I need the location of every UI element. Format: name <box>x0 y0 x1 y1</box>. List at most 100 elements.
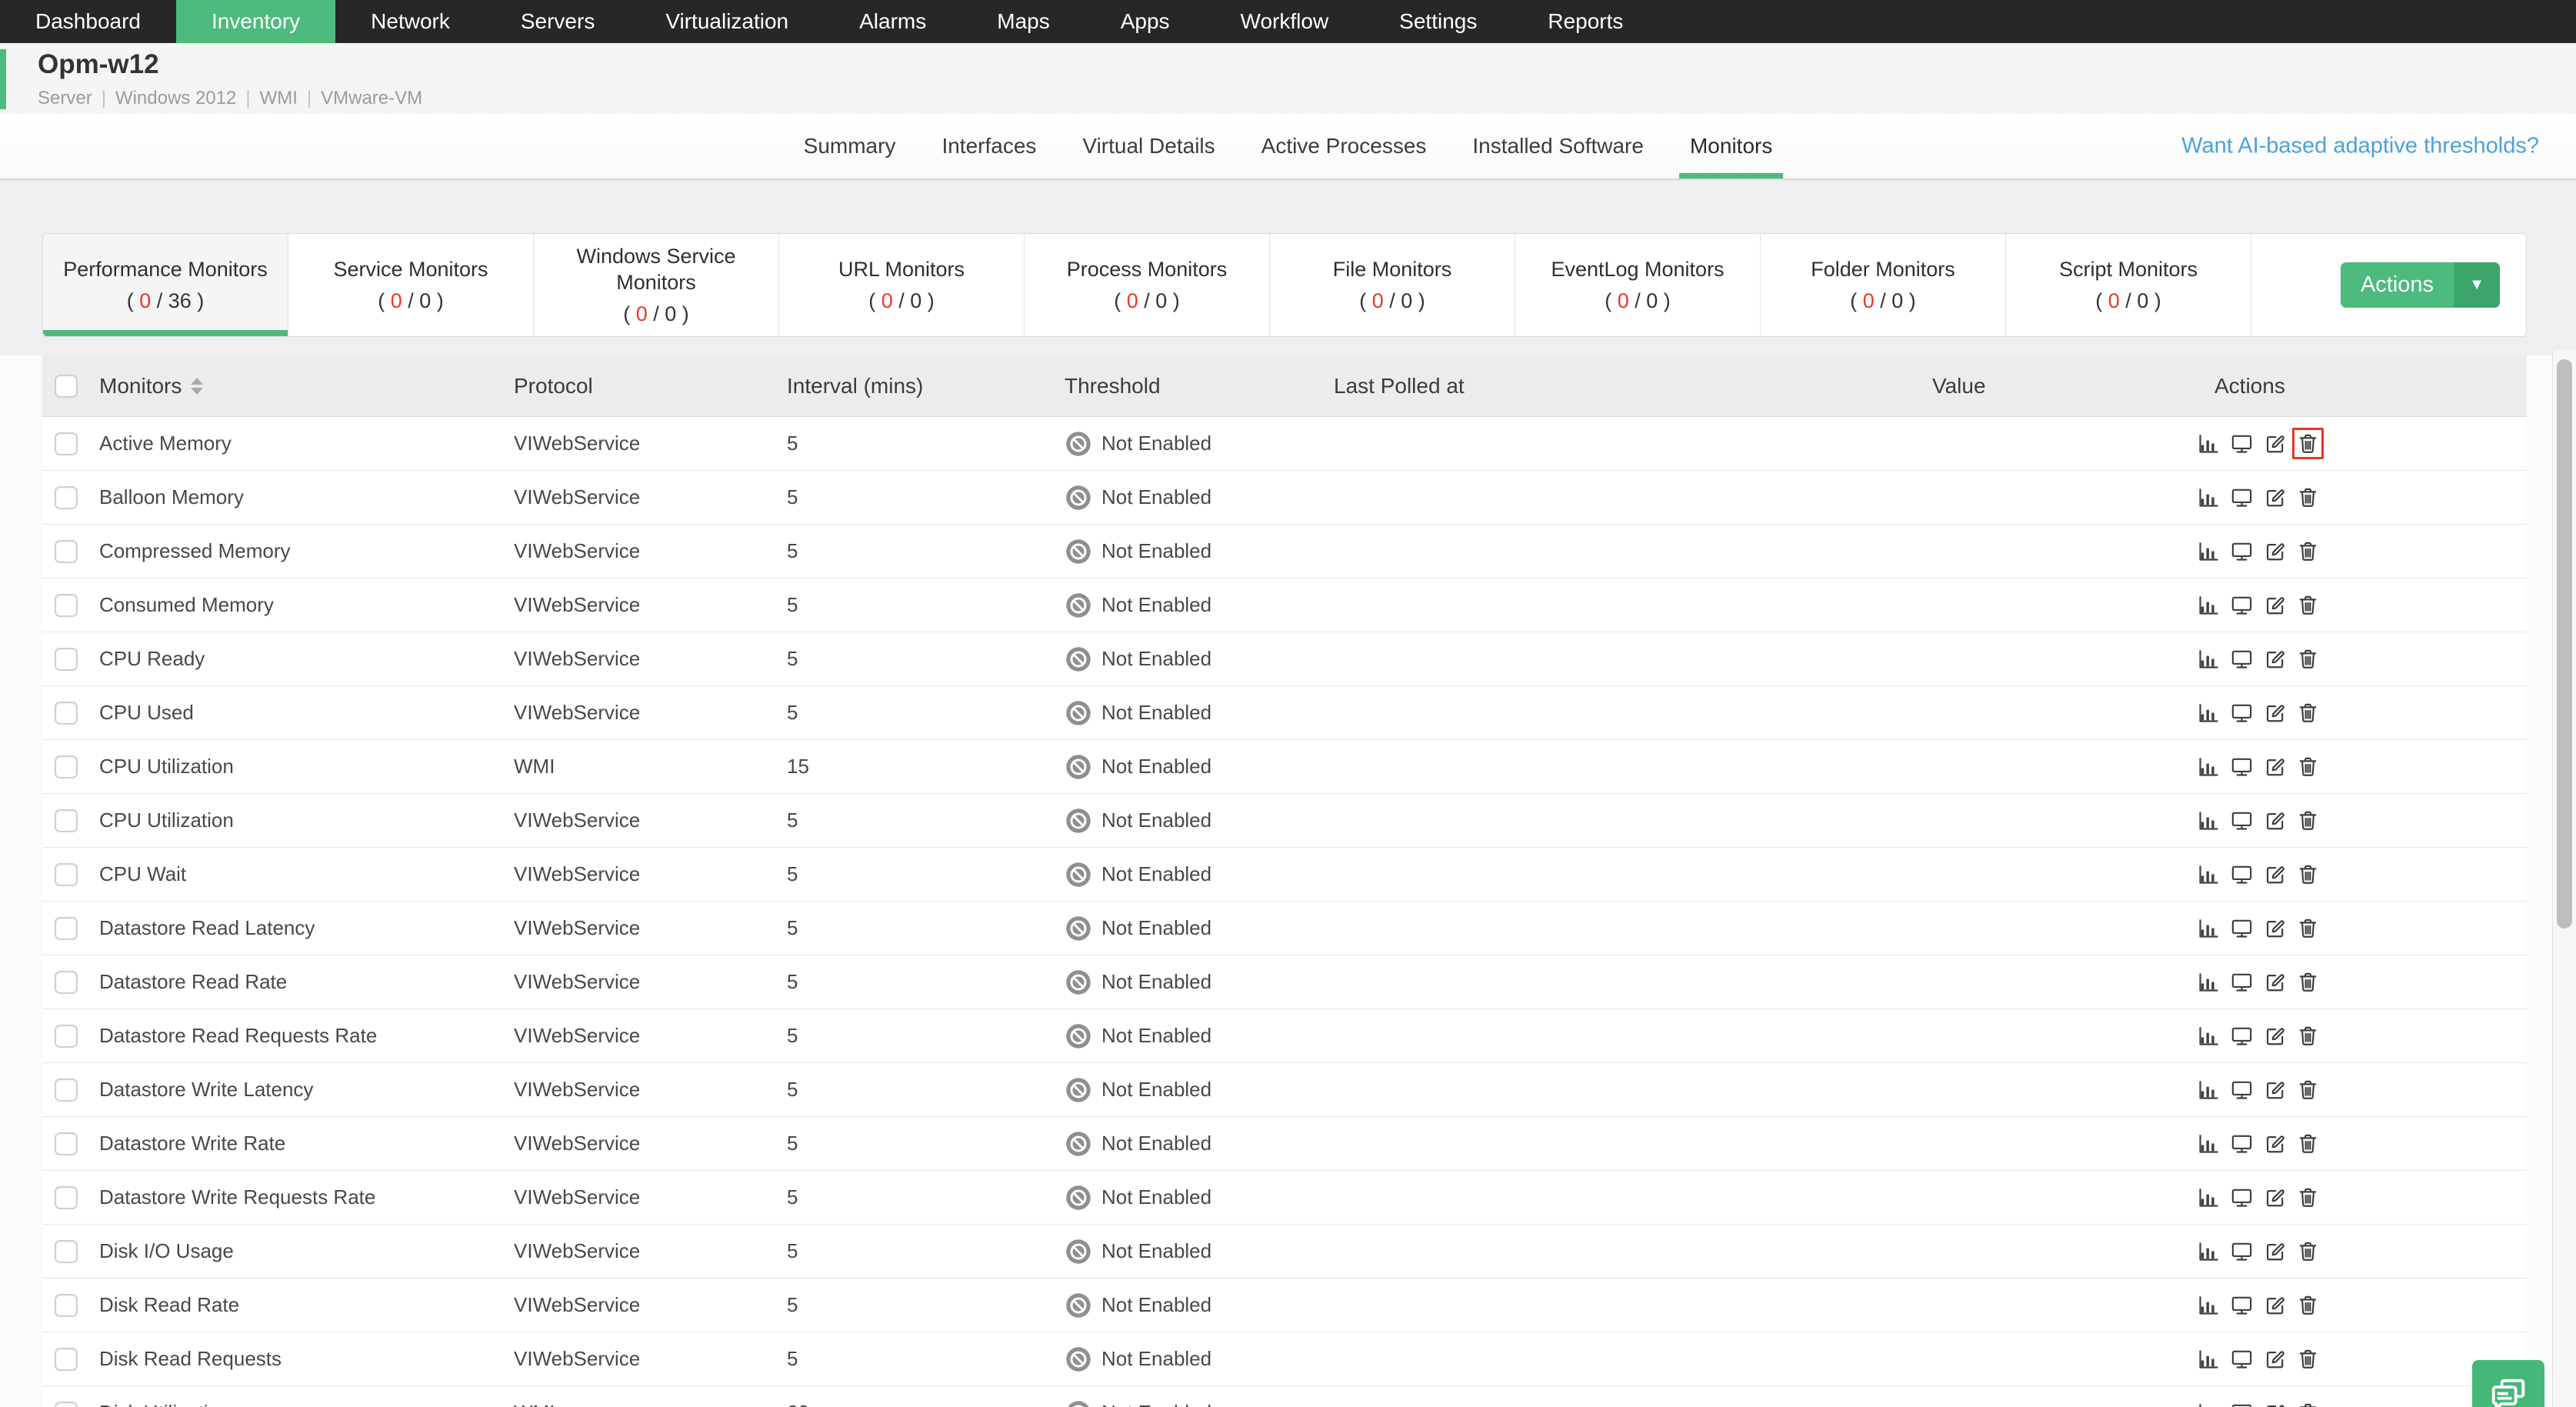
row-checkbox[interactable] <box>55 486 78 509</box>
row-checkbox[interactable] <box>55 971 78 994</box>
delete-action-button[interactable] <box>2292 1289 2324 1321</box>
nav-item[interactable]: Alarms <box>824 0 961 43</box>
monitor-view-action-button[interactable] <box>2226 482 2258 513</box>
nav-item[interactable]: Maps <box>961 0 1085 43</box>
monitor-view-action-button[interactable] <box>2226 912 2258 944</box>
edit-action-button[interactable] <box>2259 859 2291 890</box>
chart-action-button[interactable] <box>2193 1182 2224 1213</box>
monitor-view-action-button[interactable] <box>2226 1020 2258 1052</box>
monitor-view-action-button[interactable] <box>2226 1397 2258 1407</box>
delete-action-button[interactable] <box>2292 1397 2324 1407</box>
row-checkbox[interactable] <box>55 1348 78 1371</box>
monitor-view-action-button[interactable] <box>2226 589 2258 621</box>
chart-action-button[interactable] <box>2193 1128 2224 1159</box>
delete-action-button[interactable] <box>2292 589 2324 621</box>
edit-action-button[interactable] <box>2259 1289 2291 1321</box>
monitor-type-tab[interactable]: Performance Monitors ( 0 / 36 ) <box>43 234 288 336</box>
page-tab[interactable]: Monitors <box>1684 114 1778 178</box>
row-checkbox[interactable] <box>55 1079 78 1102</box>
select-all-checkbox[interactable] <box>55 375 78 398</box>
chart-action-button[interactable] <box>2193 859 2224 890</box>
edit-action-button[interactable] <box>2259 912 2291 944</box>
monitor-type-tab[interactable]: EventLog Monitors ( 0 / 0 ) <box>1515 234 1761 336</box>
chart-action-button[interactable] <box>2193 805 2224 836</box>
delete-action-button[interactable] <box>2292 428 2324 459</box>
monitor-view-action-button[interactable] <box>2226 643 2258 675</box>
page-tab[interactable]: Installed Software <box>1466 114 1650 178</box>
nav-item[interactable]: Dashboard <box>0 0 176 43</box>
delete-action-button[interactable] <box>2292 805 2324 836</box>
chart-action-button[interactable] <box>2193 1074 2224 1105</box>
monitor-type-tab[interactable]: URL Monitors ( 0 / 0 ) <box>779 234 1025 336</box>
chart-action-button[interactable] <box>2193 1235 2224 1267</box>
delete-action-button[interactable] <box>2292 751 2324 782</box>
row-checkbox[interactable] <box>55 432 78 455</box>
chart-action-button[interactable] <box>2193 428 2224 459</box>
monitor-view-action-button[interactable] <box>2226 1235 2258 1267</box>
edit-action-button[interactable] <box>2259 1397 2291 1407</box>
row-checkbox[interactable] <box>55 540 78 563</box>
edit-action-button[interactable] <box>2259 1128 2291 1159</box>
monitor-view-action-button[interactable] <box>2226 1343 2258 1375</box>
delete-action-button[interactable] <box>2292 1235 2324 1267</box>
edit-action-button[interactable] <box>2259 1074 2291 1105</box>
nav-item[interactable]: Servers <box>485 0 630 43</box>
monitor-type-tab[interactable]: Windows Service Monitors ( 0 / 0 ) <box>534 234 779 336</box>
delete-action-button[interactable] <box>2292 1182 2324 1213</box>
monitor-view-action-button[interactable] <box>2226 535 2258 567</box>
delete-action-button[interactable] <box>2292 1128 2324 1159</box>
row-checkbox[interactable] <box>55 755 78 779</box>
nav-item[interactable]: Reports <box>1512 0 1658 43</box>
delete-action-button[interactable] <box>2292 697 2324 729</box>
monitor-type-tab[interactable]: File Monitors ( 0 / 0 ) <box>1270 234 1515 336</box>
monitor-type-tab[interactable]: Script Monitors ( 0 / 0 ) <box>2006 234 2251 336</box>
edit-action-button[interactable] <box>2259 1020 2291 1052</box>
chart-action-button[interactable] <box>2193 1289 2224 1321</box>
ai-thresholds-link[interactable]: Want AI-based adaptive thresholds? <box>2181 134 2539 159</box>
monitor-type-tab[interactable]: Folder Monitors ( 0 / 0 ) <box>1761 234 2006 336</box>
monitor-view-action-button[interactable] <box>2226 805 2258 836</box>
chart-action-button[interactable] <box>2193 966 2224 998</box>
edit-action-button[interactable] <box>2259 751 2291 782</box>
edit-action-button[interactable] <box>2259 1343 2291 1375</box>
sort-icon[interactable] <box>191 378 203 395</box>
monitor-view-action-button[interactable] <box>2226 428 2258 459</box>
monitors-column-header[interactable]: Monitors <box>99 374 182 398</box>
edit-action-button[interactable] <box>2259 589 2291 621</box>
page-tab[interactable]: Summary <box>798 114 902 178</box>
chart-action-button[interactable] <box>2193 535 2224 567</box>
chat-feedback-button[interactable] <box>2472 1360 2544 1407</box>
vertical-scrollbar-track[interactable] <box>2552 350 2576 1407</box>
chart-action-button[interactable] <box>2193 1397 2224 1407</box>
nav-item[interactable]: Apps <box>1085 0 1205 43</box>
nav-item[interactable]: Settings <box>1364 0 1512 43</box>
row-checkbox[interactable] <box>55 1025 78 1048</box>
page-tab[interactable]: Interfaces <box>935 114 1042 178</box>
edit-action-button[interactable] <box>2259 643 2291 675</box>
monitor-type-tab[interactable]: Process Monitors ( 0 / 0 ) <box>1025 234 1270 336</box>
delete-action-button[interactable] <box>2292 912 2324 944</box>
delete-action-button[interactable] <box>2292 1020 2324 1052</box>
row-checkbox[interactable] <box>55 1240 78 1263</box>
monitor-view-action-button[interactable] <box>2226 751 2258 782</box>
row-checkbox[interactable] <box>55 1402 78 1407</box>
actions-dropdown-arrow[interactable]: ▼ <box>2454 262 2500 308</box>
delete-action-button[interactable] <box>2292 1074 2324 1105</box>
nav-item[interactable]: Virtualization <box>630 0 824 43</box>
monitor-view-action-button[interactable] <box>2226 697 2258 729</box>
nav-item[interactable]: Inventory <box>176 0 335 43</box>
edit-action-button[interactable] <box>2259 535 2291 567</box>
chart-action-button[interactable] <box>2193 643 2224 675</box>
delete-action-button[interactable] <box>2292 535 2324 567</box>
monitor-view-action-button[interactable] <box>2226 1074 2258 1105</box>
monitor-view-action-button[interactable] <box>2226 1289 2258 1321</box>
chart-action-button[interactable] <box>2193 1020 2224 1052</box>
row-checkbox[interactable] <box>55 1132 78 1155</box>
chart-action-button[interactable] <box>2193 912 2224 944</box>
edit-action-button[interactable] <box>2259 805 2291 836</box>
nav-item[interactable]: Workflow <box>1205 0 1365 43</box>
delete-action-button[interactable] <box>2292 482 2324 513</box>
monitor-view-action-button[interactable] <box>2226 859 2258 890</box>
edit-action-button[interactable] <box>2259 1235 2291 1267</box>
monitor-view-action-button[interactable] <box>2226 1182 2258 1213</box>
